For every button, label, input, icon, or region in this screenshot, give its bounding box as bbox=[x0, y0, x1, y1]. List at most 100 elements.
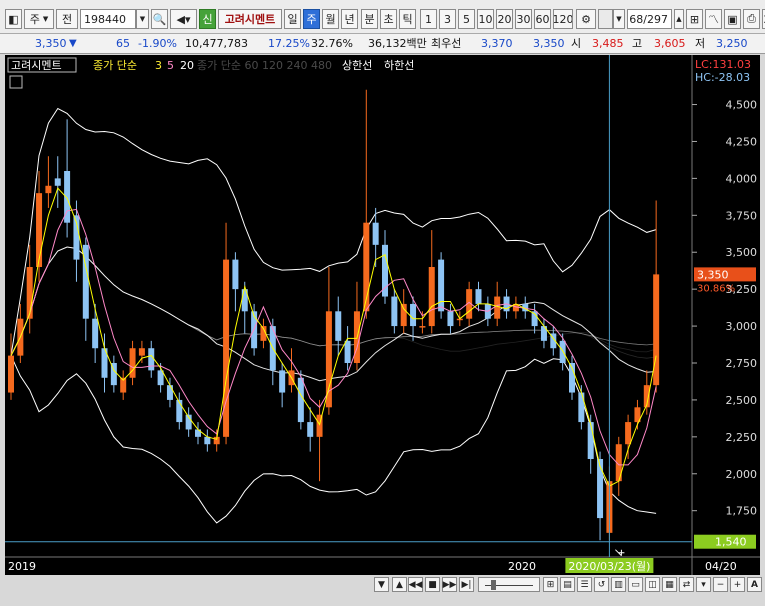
candle-body bbox=[129, 348, 136, 378]
interval-30[interactable]: 30 bbox=[515, 9, 532, 29]
candle-body bbox=[625, 422, 632, 445]
history-icon[interactable]: ↺ bbox=[594, 577, 609, 592]
cursor-icon bbox=[615, 549, 625, 557]
candle-body bbox=[475, 289, 482, 304]
code-input[interactable]: 198440 bbox=[80, 9, 136, 29]
zoom-out-icon[interactable]: − bbox=[713, 577, 728, 592]
scroll-up-icon[interactable]: ▲ bbox=[392, 577, 407, 592]
low-price: 3,250 bbox=[716, 37, 748, 50]
legend-upper-limit: 상한선 bbox=[342, 59, 372, 72]
x-label-2020: 2020 bbox=[508, 560, 536, 573]
interval-3[interactable]: 3 bbox=[439, 9, 456, 29]
rewind-icon[interactable]: ◀◀ bbox=[408, 577, 423, 592]
y-tick-label: 4,500 bbox=[726, 99, 758, 112]
chart-menu-icon[interactable]: ◧ bbox=[5, 9, 22, 29]
crosshair-price-label: 1,540 bbox=[715, 536, 747, 549]
y-tick-label: 1,750 bbox=[726, 505, 758, 518]
period-second[interactable]: 초 bbox=[380, 9, 397, 29]
candle-body bbox=[297, 377, 304, 423]
current-price: 3,350 bbox=[35, 37, 67, 50]
speaker-icon[interactable]: ◀▾ bbox=[170, 9, 197, 29]
new-badge: 신 bbox=[199, 9, 216, 29]
split-icon[interactable]: ◫ bbox=[645, 577, 660, 592]
print-icon[interactable]: ⎙ bbox=[743, 9, 760, 29]
save-icon[interactable]: ▣ bbox=[724, 9, 741, 29]
table-icon[interactable]: ▤ bbox=[560, 577, 575, 592]
change-percent: -1.90% bbox=[138, 37, 177, 50]
legend-stock: 고려시멘트 bbox=[11, 59, 62, 72]
candle-body bbox=[45, 185, 52, 194]
layout-icon[interactable]: ▥ bbox=[611, 577, 626, 592]
period-minute[interactable]: 분 bbox=[361, 9, 378, 29]
zoom-slider-thumb[interactable] bbox=[491, 580, 496, 590]
legend-lower-limit: 하한선 bbox=[384, 58, 414, 72]
chart-panel[interactable]: 1,750 2,000 2,250 2,500 2,750 3,000 3,250 3,500… bbox=[5, 55, 760, 575]
crosshair-icon[interactable]: ⊞ bbox=[686, 9, 703, 29]
custom-interval-input[interactable] bbox=[598, 9, 613, 29]
interval-20[interactable]: 20 bbox=[496, 9, 513, 29]
lower-band-line bbox=[10, 355, 657, 524]
settings-icon[interactable]: ⚙ bbox=[576, 9, 596, 29]
trade-amount: 36,132백만 bbox=[368, 37, 427, 50]
search-icon[interactable]: 🔍 bbox=[151, 9, 168, 29]
legend-ma20: 20 bbox=[180, 59, 194, 72]
candle-body bbox=[382, 244, 388, 297]
market-select[interactable]: 주 ▼ bbox=[24, 9, 54, 29]
price-axis: 1,7502,0002,2502,5002,7503,0003,2503,500… bbox=[692, 99, 757, 518]
indicator-icon[interactable]: 〽 bbox=[705, 9, 722, 29]
ma3-line bbox=[10, 187, 657, 487]
period-week[interactable]: 주 bbox=[303, 9, 320, 29]
dropdown-icon: ▼ bbox=[42, 15, 49, 23]
auto-scale-icon[interactable]: A bbox=[747, 577, 762, 592]
prev-button[interactable]: 전 bbox=[56, 9, 78, 29]
hc-label: HC:-28.03 bbox=[695, 71, 750, 84]
code-dropdown-icon[interactable]: ▼ bbox=[136, 9, 149, 29]
long-ma-line bbox=[10, 246, 657, 356]
candle-body bbox=[438, 259, 445, 312]
page-spin-icon[interactable]: ▲ bbox=[674, 9, 684, 29]
long-ma-line bbox=[10, 246, 657, 356]
lc-label: LC:131.03 bbox=[695, 58, 751, 71]
current-price-label: 3,350 bbox=[697, 268, 729, 281]
priority-ask: 3,370 bbox=[481, 37, 513, 50]
interval-5[interactable]: 5 bbox=[458, 9, 475, 29]
forward-icon[interactable]: ▶▶ bbox=[442, 577, 457, 592]
interval-1[interactable]: 1 bbox=[420, 9, 437, 29]
period-day[interactable]: 일 bbox=[284, 9, 301, 29]
interval-60[interactable]: 60 bbox=[534, 9, 551, 29]
list-icon[interactable]: ☰ bbox=[577, 577, 592, 592]
dropdown-icon[interactable]: ▾ bbox=[696, 577, 711, 592]
candle-body bbox=[307, 422, 314, 437]
legend-ma3: 3 bbox=[155, 59, 162, 72]
grid-icon[interactable]: ⊞ bbox=[543, 577, 558, 592]
zoom-slider[interactable] bbox=[478, 577, 540, 592]
low-label: 저 bbox=[695, 37, 706, 50]
scroll-controls: ▼ ▲ ◀◀ ■ ▶▶ ▶| ⊞ ▤ ☰ ↺ ▥ ▭ ◫ ▦ ⇄ ▾ − + A bbox=[0, 575, 765, 606]
candle-body bbox=[232, 259, 239, 290]
legend-toggle-icon[interactable] bbox=[9, 75, 23, 89]
period-month[interactable]: 월 bbox=[322, 9, 339, 29]
interval-dropdown-icon[interactable]: ▼ bbox=[613, 9, 625, 29]
company-name[interactable]: 고려시멘트 bbox=[218, 9, 282, 29]
stop-icon[interactable]: ■ bbox=[425, 577, 440, 592]
scroll-down-icon[interactable]: ▼ bbox=[374, 577, 389, 592]
dock-icon[interactable]: ▦ bbox=[662, 577, 677, 592]
quote-bar: 3,350 ▼ 65 -1.90% 10,477,783 17.25% 32.7… bbox=[0, 34, 765, 54]
interval-120[interactable]: 120 bbox=[553, 9, 573, 29]
period-year[interactable]: 년 bbox=[341, 9, 358, 29]
page-indicator: 68/297 bbox=[627, 9, 672, 29]
open-label: 시 bbox=[571, 37, 582, 50]
zoom-in-icon[interactable]: + bbox=[730, 577, 745, 592]
end-icon[interactable]: ▶| bbox=[459, 577, 474, 592]
period-tick[interactable]: 틱 bbox=[399, 9, 416, 29]
candle-body bbox=[344, 340, 351, 363]
y-tick-label: 2,250 bbox=[726, 431, 758, 444]
candle-body bbox=[400, 303, 407, 327]
link-icon[interactable]: ⇄ bbox=[679, 577, 694, 592]
interval-10[interactable]: 10 bbox=[477, 9, 494, 29]
window-icon[interactable]: ▭ bbox=[628, 577, 643, 592]
candle-body bbox=[36, 193, 43, 267]
legend-ma-label: 종가 단순 bbox=[93, 59, 137, 72]
candle-body bbox=[559, 340, 566, 363]
candlestick-chart[interactable]: 1,7502,0002,2502,5002,7503,0003,2503,500… bbox=[5, 55, 760, 575]
